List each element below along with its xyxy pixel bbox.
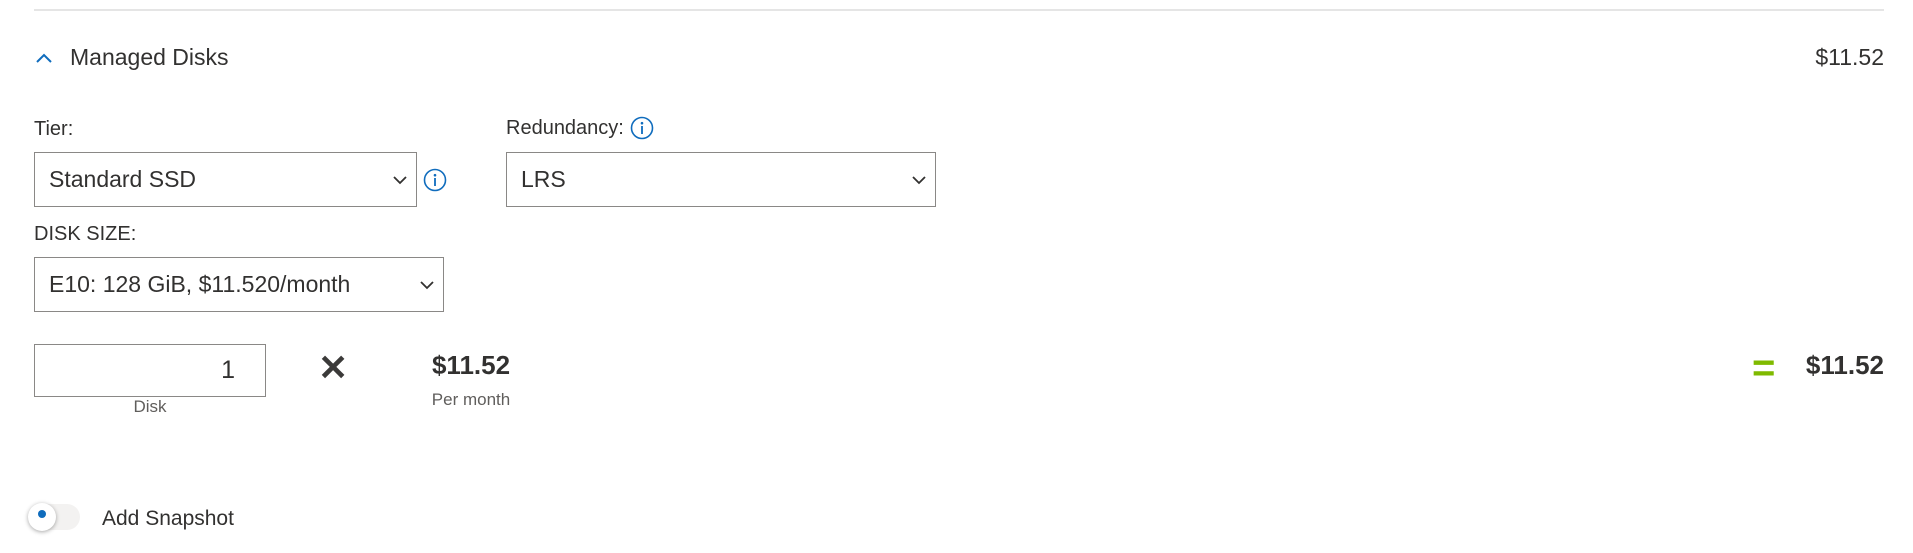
section-toggle-managed-disks[interactable]: Managed Disks [34, 44, 229, 71]
section-title: Managed Disks [70, 44, 229, 70]
tier-info-icon[interactable] [423, 168, 447, 192]
tier-label: Tier: [34, 118, 73, 141]
redundancy-label-text: Redundancy: [506, 116, 624, 139]
toggle-knob [28, 503, 56, 531]
line-total-price: $11.52 [1805, 350, 1884, 380]
redundancy-select[interactable]: LRS [506, 152, 936, 207]
chevron-down-icon [420, 281, 434, 290]
managed-disks-panel: Managed Disks $11.52 Tier: Standard SSD … [0, 0, 1913, 553]
add-snapshot-toggle[interactable] [28, 503, 80, 531]
disk-size-select-value: E10: 128 GiB, $11.520/month [49, 271, 351, 297]
chevron-down-icon [912, 176, 926, 185]
multiply-icon: ✕ [318, 347, 349, 388]
tier-select[interactable]: Standard SSD [34, 152, 417, 207]
redundancy-label: Redundancy: [506, 116, 654, 140]
tier-label-text: Tier: [34, 118, 74, 140]
add-snapshot-label: Add Snapshot [102, 507, 234, 530]
disk-size-select[interactable]: E10: 128 GiB, $11.520/month [34, 257, 444, 312]
disk-size-label: DISK SIZE: [34, 223, 136, 246]
unit-price-period: Per month [431, 390, 511, 409]
section-total-price: $11.52 [1815, 44, 1884, 70]
tier-select-value: Standard SSD [49, 166, 197, 192]
unit-price: $11.52 [431, 350, 511, 380]
equals-icon: = [1752, 346, 1776, 390]
disk-size-label-text: DISK SIZE: [34, 223, 137, 245]
disk-quantity-unit-label: Disk [133, 397, 167, 416]
redundancy-info-icon[interactable] [630, 116, 654, 140]
chevron-down-icon [393, 176, 407, 185]
divider [34, 9, 1884, 11]
redundancy-select-value: LRS [521, 166, 566, 192]
disk-quantity-input[interactable] [34, 344, 266, 397]
chevron-up-icon[interactable] [34, 48, 54, 68]
